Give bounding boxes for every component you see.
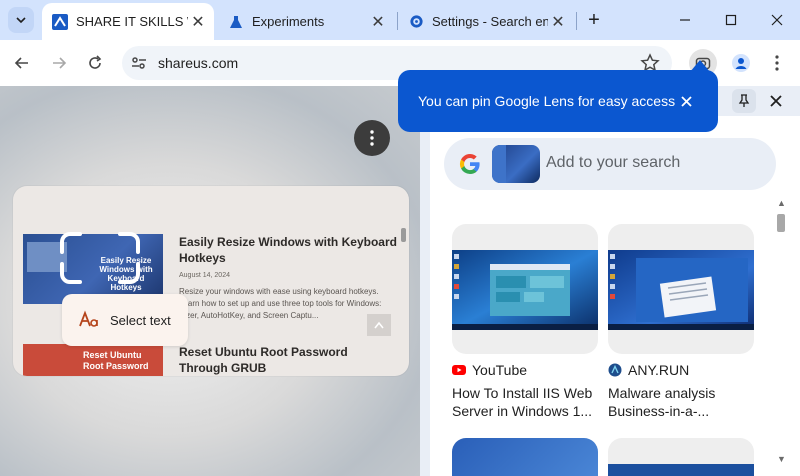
- result-screenshot-partial: [608, 464, 754, 476]
- thumbnail-caption: Reset Ubuntu Root Password: [83, 350, 149, 371]
- close-icon: [771, 14, 783, 26]
- pin-lens-button[interactable]: [732, 89, 756, 113]
- close-icon: [680, 95, 692, 107]
- result-image[interactable]: [452, 224, 598, 354]
- close-side-panel-button[interactable]: [764, 89, 788, 113]
- reload-button[interactable]: [81, 49, 109, 77]
- selected-image-thumbnail[interactable]: [492, 145, 540, 183]
- pin-lens-tip-bubble: You can pin Google Lens for easy access: [398, 70, 718, 132]
- select-text-label: Select text: [110, 312, 171, 328]
- article-date: August 14, 2024: [179, 272, 230, 279]
- anyrun-icon: [608, 363, 622, 377]
- gear-icon: [408, 14, 424, 30]
- minimize-icon: [680, 19, 690, 21]
- lens-selection-reticle[interactable]: [58, 232, 142, 284]
- pin-icon: [738, 94, 750, 107]
- dismiss-tip-button[interactable]: [676, 91, 696, 111]
- new-tab-button[interactable]: +: [582, 8, 606, 32]
- maximize-icon: [725, 14, 737, 26]
- tab-title: SHARE IT SKILLS WIT: [76, 14, 188, 29]
- shareus-logo-icon: [52, 13, 68, 30]
- result-title[interactable]: How To Install IIS Web Server in Windows…: [452, 384, 598, 420]
- result-image[interactable]: [608, 224, 754, 354]
- tab-shareus[interactable]: SHARE IT SKILLS WIT ✕: [42, 3, 214, 40]
- youtube-icon: [452, 365, 466, 375]
- result-screenshot: [452, 250, 598, 330]
- chevron-down-icon: [16, 17, 26, 24]
- more-vertical-icon: [370, 130, 374, 146]
- article-title[interactable]: Reset Ubuntu Root Password Through GRUB: [179, 344, 399, 376]
- chevron-up-icon: [374, 321, 384, 329]
- avatar-icon: [732, 54, 750, 72]
- result-source[interactable]: ANY.RUN: [608, 362, 689, 378]
- arrow-right-icon: [53, 57, 67, 69]
- article-thumbnail[interactable]: Reset Ubuntu Root Password: [23, 344, 163, 376]
- tab-title: Settings - Search en: [432, 14, 548, 29]
- result-source-name: ANY.RUN: [628, 362, 690, 378]
- scroll-thumb[interactable]: [777, 214, 785, 232]
- maximize-button[interactable]: [708, 0, 754, 40]
- lens-search-box[interactable]: Add to your search: [444, 138, 776, 190]
- result-image-partial[interactable]: [452, 438, 598, 476]
- close-window-button[interactable]: [754, 0, 800, 40]
- bubble-text: You can pin Google Lens for easy access: [418, 93, 676, 109]
- chrome-menu-button[interactable]: [763, 49, 791, 77]
- url-text[interactable]: shareus.com: [158, 55, 238, 71]
- tab-settings[interactable]: Settings - Search en ✕: [398, 3, 574, 40]
- scroll-to-top-button[interactable]: [367, 314, 391, 336]
- select-text-button[interactable]: Select text: [62, 294, 188, 346]
- text-format-icon: [78, 309, 100, 331]
- close-tab-icon[interactable]: ✕: [548, 12, 568, 32]
- tab-search-button[interactable]: [8, 7, 34, 33]
- article-title[interactable]: Easily Resize Windows with Keyboard Hotk…: [179, 234, 399, 266]
- google-logo-icon: [459, 154, 480, 175]
- more-vertical-icon: [775, 55, 779, 71]
- page-content[interactable]: Easily Resize Windows with Keyboard Hotk…: [0, 86, 420, 476]
- close-tab-icon[interactable]: ✕: [368, 12, 388, 32]
- tab-experiments[interactable]: Experiments ✕: [218, 3, 394, 40]
- close-tab-icon[interactable]: ✕: [188, 12, 208, 32]
- result-screenshot: [608, 250, 754, 330]
- tab-title: Experiments: [252, 14, 325, 29]
- article-excerpt: Resize your windows with ease using keyb…: [179, 287, 382, 320]
- close-icon: [770, 95, 782, 107]
- results-scrollbar[interactable]: ▲ ▼: [774, 198, 788, 468]
- thumbnail-graphic: [492, 145, 506, 183]
- result-source-name: YouTube: [472, 362, 528, 378]
- profile-button[interactable]: [727, 49, 755, 77]
- result-image-partial[interactable]: [608, 438, 754, 476]
- arrow-left-icon: [14, 57, 28, 69]
- scroll-up-arrow-icon[interactable]: ▲: [777, 198, 786, 208]
- search-placeholder[interactable]: Add to your search: [546, 154, 680, 172]
- back-button[interactable]: [8, 49, 36, 77]
- minimize-button[interactable]: [662, 0, 708, 40]
- flask-icon: [228, 14, 244, 30]
- tab-separator: [576, 12, 577, 30]
- forward-button[interactable]: [45, 49, 73, 77]
- card-scrollbar: [401, 228, 406, 242]
- result-source[interactable]: YouTube: [452, 362, 527, 378]
- result-title[interactable]: Malware analysis Business-in-a-...: [608, 384, 754, 420]
- reload-icon: [89, 55, 102, 69]
- site-info-icon[interactable]: [130, 54, 148, 72]
- lens-overlay-menu-button[interactable]: [354, 120, 390, 156]
- scroll-down-arrow-icon[interactable]: ▼: [777, 454, 786, 464]
- tab-strip: SHARE IT SKILLS WIT ✕ Experiments ✕ Sett…: [0, 0, 800, 40]
